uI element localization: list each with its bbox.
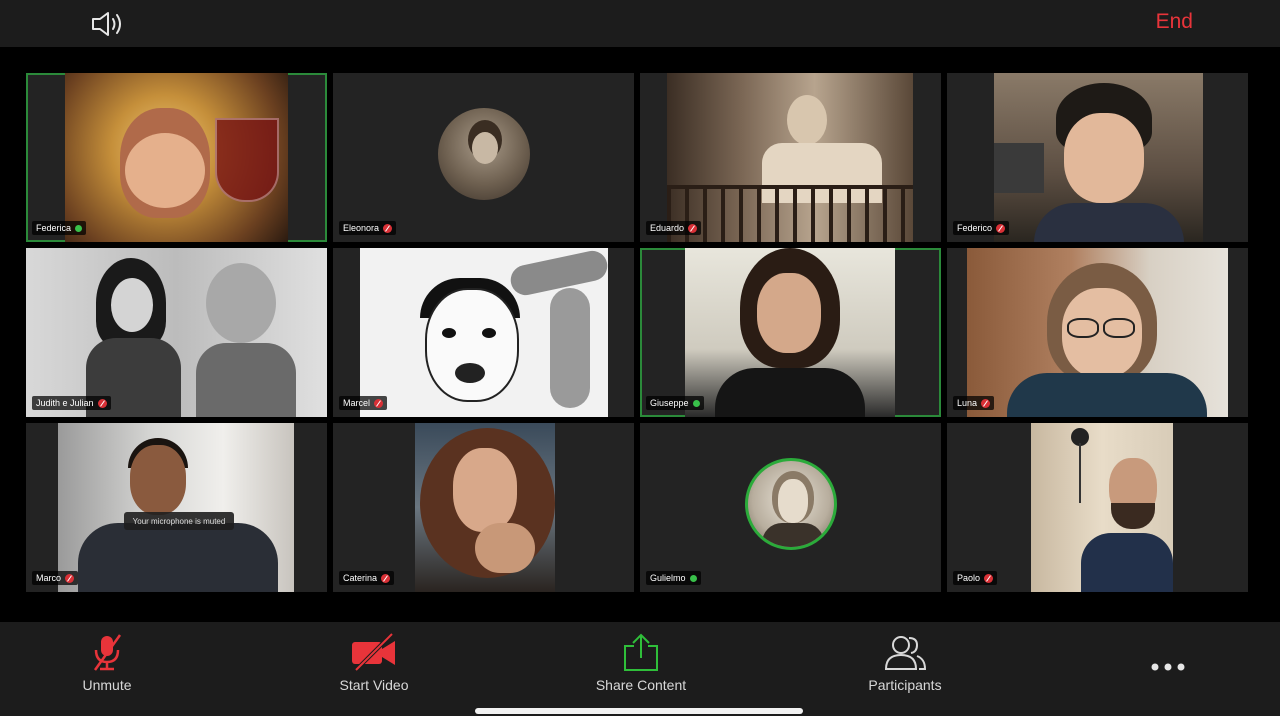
participant-label: Giuseppe — [646, 396, 704, 410]
participant-label: Eduardo — [646, 221, 702, 235]
mic-on-icon — [689, 574, 697, 582]
participant-name: Eleonora — [343, 223, 380, 233]
video-tile-gulielmo[interactable]: Gulielmo — [640, 423, 941, 592]
mic-muted-icon — [996, 223, 1006, 233]
participants-icon — [884, 636, 927, 670]
participants-button[interactable]: Participants — [825, 622, 985, 716]
video-off-icon — [352, 632, 395, 672]
video-tile-marcel[interactable]: Marcel — [333, 248, 634, 417]
more-dots-icon — [1151, 663, 1185, 671]
participant-label: Paolo — [953, 571, 998, 585]
video-tile-judith-e-julian[interactable]: Judith e Julian — [26, 248, 327, 417]
share-upload-icon — [624, 633, 658, 671]
participant-avatar — [744, 457, 837, 550]
mic-muted-icon — [984, 573, 994, 583]
participant-label: Eleonora — [339, 221, 397, 235]
participant-label: Marcel — [339, 396, 388, 410]
start-video-button[interactable]: Start Video — [294, 622, 454, 716]
mic-muted-toast: Your microphone is muted — [124, 512, 234, 530]
mic-on-icon — [692, 399, 700, 407]
video-tile-federico[interactable]: Federico — [947, 73, 1248, 242]
start-video-label: Start Video — [339, 677, 409, 693]
home-indicator[interactable] — [475, 708, 803, 714]
share-content-label: Share Content — [595, 677, 687, 693]
participant-name: Marcel — [343, 398, 371, 408]
participant-label: Federica — [32, 221, 87, 235]
share-content-button[interactable]: Share Content — [561, 622, 721, 716]
participant-name: Marco — [36, 573, 62, 583]
mic-muted-icon — [981, 398, 991, 408]
participant-name: Federico — [957, 223, 993, 233]
participant-name: Judith e Julian — [36, 398, 94, 408]
unmute-label: Unmute — [82, 677, 132, 693]
participant-name: Caterina — [343, 573, 378, 583]
participant-video — [994, 73, 1203, 242]
participant-video — [360, 248, 608, 417]
video-tile-luna[interactable]: Luna — [947, 248, 1248, 417]
unmute-button[interactable]: Unmute — [27, 622, 187, 716]
mic-muted-icon — [97, 398, 107, 408]
participant-video — [65, 73, 288, 242]
participant-label: Marco — [32, 571, 79, 585]
top-bar: End — [0, 0, 1280, 47]
participant-name: Eduardo — [650, 223, 685, 233]
participant-name: Luna — [957, 398, 978, 408]
bottom-bar: Unmute Start Video Share Content Partici… — [0, 622, 1280, 716]
mic-muted-icon — [688, 223, 698, 233]
participant-video — [685, 248, 895, 417]
video-tile-federica[interactable]: Federica — [26, 73, 327, 242]
participant-video — [415, 423, 555, 592]
more-button[interactable] — [1088, 622, 1248, 716]
participant-label: Luna — [953, 396, 995, 410]
mic-muted-icon — [374, 398, 384, 408]
mic-muted-icon — [381, 573, 391, 583]
video-tile-eleonora[interactable]: Eleonora — [333, 73, 634, 242]
participant-label: Gulielmo — [646, 571, 701, 585]
video-tile-caterina[interactable]: Caterina — [333, 423, 634, 592]
participant-name: Giuseppe — [650, 398, 689, 408]
participant-video — [1031, 423, 1173, 592]
mic-muted-icon — [93, 634, 122, 671]
participant-video — [667, 73, 913, 242]
video-grid: Federica Eleonora Eduardo Federico Judit… — [26, 73, 1248, 592]
participant-video — [26, 248, 327, 417]
participant-name: Gulielmo — [650, 573, 686, 583]
mic-muted-icon — [383, 223, 393, 233]
participant-video — [967, 248, 1228, 417]
participant-label: Judith e Julian — [32, 396, 111, 410]
speaker-icon[interactable] — [90, 10, 126, 38]
mic-muted-icon — [65, 573, 75, 583]
video-tile-eduardo[interactable]: Eduardo — [640, 73, 941, 242]
participants-label: Participants — [868, 677, 942, 693]
video-tile-giuseppe[interactable]: Giuseppe — [640, 248, 941, 417]
participant-name: Federica — [36, 223, 72, 233]
participant-video — [58, 423, 294, 592]
video-tile-paolo[interactable]: Paolo — [947, 423, 1248, 592]
participant-avatar — [437, 107, 530, 200]
video-tile-marco[interactable]: Your microphone is muted Marco — [26, 423, 327, 592]
mic-on-icon — [75, 224, 83, 232]
participant-label: Caterina — [339, 571, 395, 585]
participant-name: Paolo — [957, 573, 981, 583]
participant-label: Federico — [953, 221, 1010, 235]
end-button[interactable]: End — [1156, 10, 1193, 34]
